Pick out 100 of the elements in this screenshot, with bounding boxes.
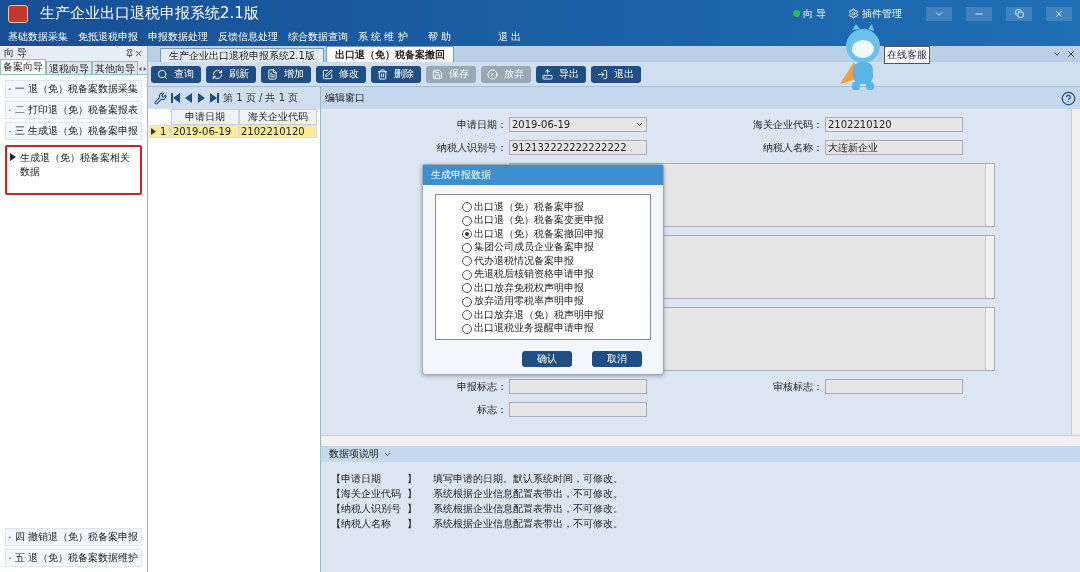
refresh-icon bbox=[212, 68, 223, 80]
scrollbar[interactable] bbox=[1071, 109, 1080, 435]
panel-title: 向 导 bbox=[4, 46, 29, 60]
bracket: 】 bbox=[407, 487, 418, 501]
status-dot-icon bbox=[792, 10, 800, 17]
radio-option[interactable]: 出口放弃退（免）税声明申报 bbox=[462, 309, 650, 322]
input-field[interactable]: 912132222222222222 bbox=[509, 140, 647, 155]
toolbar-button[interactable]: 增加 bbox=[261, 65, 311, 83]
field-label: 申报标志： bbox=[456, 379, 507, 394]
scroll-arrows-icon[interactable] bbox=[138, 64, 147, 74]
nav-tab[interactable]: 备案向导 bbox=[0, 59, 46, 74]
date-dropdown[interactable]: 2019-06-19 bbox=[509, 117, 647, 132]
scrollbar[interactable] bbox=[985, 236, 994, 298]
toolbar-button[interactable]: 刷新 bbox=[206, 65, 256, 83]
help-icon[interactable] bbox=[1061, 90, 1076, 106]
top-link[interactable]: 向 导 bbox=[792, 6, 826, 21]
radio-option[interactable]: 出口放弃免税权声明申报 bbox=[462, 282, 650, 295]
menu-item[interactable]: 帮 助 bbox=[428, 29, 498, 44]
toolbar-button[interactable]: 退出 bbox=[591, 65, 641, 83]
row-number[interactable]: 1 bbox=[149, 125, 171, 138]
previous-page-icon[interactable] bbox=[184, 93, 193, 103]
document-tab[interactable]: 生产企业出口退税申报系统2.1版 bbox=[160, 48, 324, 62]
radio-option[interactable]: 出口退税业务提醒申请申报 bbox=[462, 322, 650, 335]
dialog-title: 生成申报数据 bbox=[423, 165, 663, 185]
scrollbar[interactable] bbox=[985, 164, 994, 226]
menu-item[interactable]: 综合数据查询 bbox=[288, 29, 358, 44]
next-page-icon[interactable] bbox=[197, 93, 206, 103]
menu-item[interactable]: 退 出 bbox=[498, 29, 568, 44]
dropdown-icon[interactable] bbox=[1052, 49, 1062, 59]
input-field[interactable] bbox=[825, 379, 963, 394]
nav-tab[interactable]: 其他向导 bbox=[92, 61, 138, 74]
minimize-button[interactable] bbox=[966, 6, 992, 21]
input-field[interactable]: 大连新企业 bbox=[825, 140, 963, 155]
help-item-name: 【申请日期 bbox=[331, 472, 382, 486]
field-label: 申请日期： bbox=[456, 117, 507, 132]
scrollbar[interactable] bbox=[985, 308, 994, 370]
menu-item[interactable]: 免抵退税申报 bbox=[78, 29, 148, 44]
top-link[interactable]: 插件管理 bbox=[848, 6, 902, 21]
nav-item[interactable]: 三 生成退（免）税备案申报 bbox=[5, 122, 142, 140]
bracket: 】 bbox=[407, 517, 418, 531]
radio-option[interactable]: 代办退税情况备案申报 bbox=[462, 255, 650, 268]
scrollbar[interactable] bbox=[321, 435, 1080, 446]
triangle-icon bbox=[10, 153, 16, 161]
app-logo-icon bbox=[8, 4, 28, 23]
online-service-label[interactable]: 在线客服 bbox=[884, 46, 930, 64]
trash-icon bbox=[377, 68, 388, 80]
column-header[interactable]: 海关企业代码 bbox=[239, 109, 317, 125]
first-page-icon[interactable] bbox=[171, 93, 180, 103]
nav-subitem[interactable]: 生成退（免）税备案相关数据 bbox=[5, 145, 142, 195]
toolbar-button[interactable]: 删除 bbox=[371, 65, 421, 83]
help-description: 系统根据企业信息配置表带出，不可修改。 bbox=[433, 487, 624, 501]
last-page-icon[interactable] bbox=[210, 93, 219, 103]
nav-item[interactable]: 四 撤销退（免）税备案申报 bbox=[5, 528, 142, 546]
dialog-button[interactable]: 确认 bbox=[522, 351, 572, 367]
wrench-icon[interactable] bbox=[154, 91, 167, 105]
radio-option[interactable]: 出口退（免）税备案撤回申报 bbox=[462, 228, 650, 241]
table-cell: 2019-06-19 bbox=[171, 125, 239, 138]
pin-icon[interactable] bbox=[125, 48, 134, 58]
cancel-icon bbox=[487, 68, 498, 80]
help-description: 系统根据企业信息配置表带出，不可修改。 bbox=[433, 502, 624, 516]
toolbar-button[interactable]: 查询 bbox=[151, 65, 201, 83]
nav-item[interactable]: 一 退（免）税备案数据采集 bbox=[5, 80, 142, 98]
document-icon bbox=[267, 68, 278, 80]
document-tab[interactable]: 出口退（免）税备案撤回 bbox=[325, 46, 454, 62]
radio-option[interactable]: 放弃适用零税率声明申报 bbox=[462, 295, 650, 308]
nav-tab[interactable]: 退税向导 bbox=[46, 61, 92, 74]
field-label: 纳税人名称： bbox=[762, 140, 823, 155]
input-field[interactable]: 2102210120 bbox=[825, 117, 963, 132]
radio-option[interactable]: 先退税后核销资格申请申报 bbox=[462, 268, 650, 281]
panel-title: 数据项说明 bbox=[329, 447, 379, 461]
toolbar-button[interactable]: 导出 bbox=[536, 65, 586, 83]
menu-item[interactable]: 系 统 维 护 bbox=[358, 29, 428, 44]
help-description: 系统根据企业信息配置表带出，不可修改。 bbox=[433, 517, 624, 531]
menu-item[interactable]: 基础数据采集 bbox=[8, 29, 78, 44]
help-description: 填写申请的日期。默认系统时间，可修改。 bbox=[433, 472, 624, 486]
close-icon[interactable] bbox=[134, 48, 143, 58]
input-field[interactable] bbox=[509, 402, 647, 417]
column-header[interactable]: 申请日期 bbox=[171, 109, 239, 125]
toolbar-button[interactable]: 修改 bbox=[316, 65, 366, 83]
help-item-name: 【纳税人名称 bbox=[331, 517, 392, 531]
restore-button[interactable] bbox=[1006, 6, 1032, 21]
search-icon bbox=[157, 68, 168, 80]
dialog-button[interactable]: 取消 bbox=[592, 351, 642, 367]
bracket: 】 bbox=[407, 502, 418, 516]
close-icon[interactable] bbox=[1066, 49, 1076, 59]
radio-option[interactable]: 出口退（免）税备案变更申报 bbox=[462, 214, 650, 227]
field-label: 海关企业代码： bbox=[752, 117, 823, 132]
current-row-icon bbox=[151, 128, 156, 135]
input-field[interactable] bbox=[509, 379, 647, 394]
nav-item[interactable]: 二 打印退（免）税备案报表 bbox=[5, 101, 142, 119]
radio-option[interactable]: 集团公司成员企业备案申报 bbox=[462, 241, 650, 254]
dropdown-icon bbox=[635, 120, 644, 129]
field-label: 纳税人识别号： bbox=[436, 140, 507, 155]
close-button[interactable] bbox=[1046, 6, 1072, 21]
nav-item[interactable]: 五 退（免）税备案数据维护 bbox=[5, 549, 142, 567]
exit-icon bbox=[597, 68, 608, 80]
menu-item[interactable]: 申报数据处理 bbox=[148, 29, 218, 44]
menu-item[interactable]: 反馈信息处理 bbox=[218, 29, 288, 44]
radio-option[interactable]: 出口退（免）税备案申报 bbox=[462, 201, 650, 214]
edit-icon bbox=[322, 68, 333, 80]
